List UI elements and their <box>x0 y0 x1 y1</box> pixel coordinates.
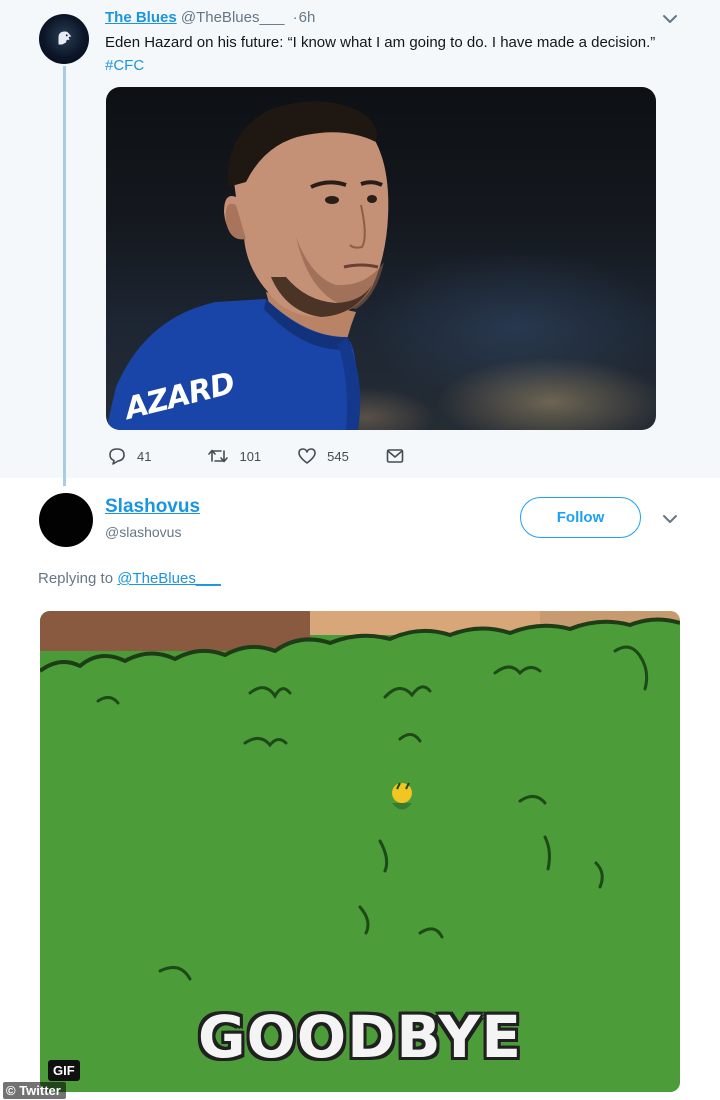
lion-logo-icon <box>58 31 72 45</box>
reply-icon <box>109 448 125 465</box>
avatar[interactable] <box>39 14 89 64</box>
author-handle[interactable]: @slashovus <box>105 524 181 540</box>
replying-to-label: Replying to <box>38 570 114 587</box>
tweet-body: Eden Hazard on his future: “I know what … <box>105 34 656 51</box>
retweet-icon <box>208 449 229 463</box>
hashtag-link[interactable]: #CFC <box>105 57 144 74</box>
reply-button[interactable]: 41 <box>107 446 151 466</box>
source-watermark: © Twitter <box>3 1082 66 1099</box>
chevron-down-icon[interactable] <box>661 510 679 528</box>
replying-to: Replying to @TheBlues___ <box>38 570 221 587</box>
gif-badge: GIF <box>48 1060 80 1081</box>
replying-to-handle[interactable]: @TheBlues___ <box>117 570 221 587</box>
tweet-gif[interactable]: GOODBYE GIF <box>40 611 680 1092</box>
tweet-time[interactable]: 6h <box>299 9 316 26</box>
like-icon <box>298 448 316 464</box>
tweet-header: The Blues @TheBlues___ ·6h <box>105 9 315 26</box>
gif-caption: GOODBYE <box>197 1003 523 1071</box>
retweet-button[interactable]: 101 <box>207 446 261 466</box>
message-icon <box>386 449 404 463</box>
like-button[interactable]: 545 <box>297 446 349 466</box>
like-count: 545 <box>327 448 349 464</box>
separator-dot: · <box>292 9 298 26</box>
parent-tweet: The Blues @TheBlues___ ·6h Eden Hazard o… <box>0 0 720 486</box>
retweet-count: 101 <box>239 448 262 464</box>
author-name[interactable]: Slashovus <box>105 496 200 518</box>
tweet-photo[interactable]: AZARD <box>106 87 656 430</box>
reply-count: 41 <box>137 448 152 464</box>
author-name[interactable]: The Blues <box>105 9 177 26</box>
chevron-down-icon[interactable] <box>661 10 679 28</box>
avatar[interactable] <box>39 493 93 547</box>
direct-message-button[interactable] <box>385 446 415 466</box>
tweet-text: Eden Hazard on his future: “I know what … <box>105 31 665 77</box>
author-handle[interactable]: @TheBlues___ <box>181 9 285 26</box>
tweet-actions: 41 101 545 <box>107 446 451 466</box>
follow-button[interactable]: Follow <box>520 497 641 538</box>
thread-connector-line <box>63 66 66 486</box>
